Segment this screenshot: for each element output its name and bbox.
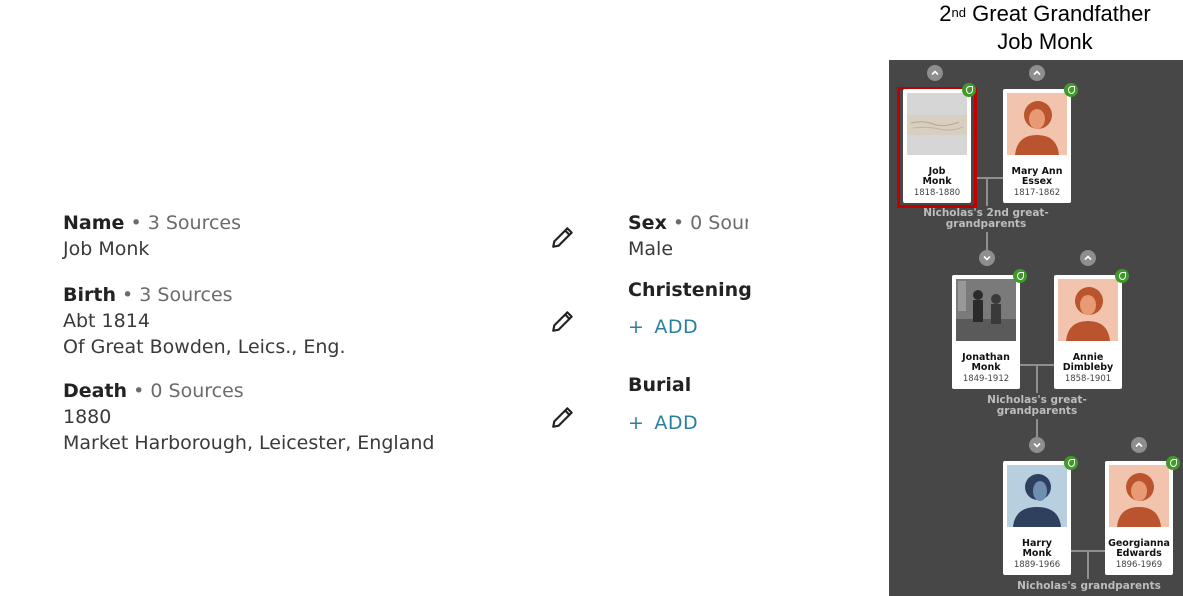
expand-up-chevron-icon[interactable] bbox=[1029, 65, 1045, 81]
person-last-name: Monk bbox=[1022, 548, 1052, 559]
fact-sources[interactable]: 3 Sources bbox=[139, 284, 232, 306]
fact-sources[interactable]: 3 Sources bbox=[148, 212, 241, 234]
plus-icon: + bbox=[628, 316, 645, 338]
fact-label: Sex bbox=[628, 212, 667, 234]
descent-line bbox=[986, 178, 988, 206]
person-card-job-monk[interactable]: Job Monk 1818-1880 bbox=[903, 89, 971, 203]
relationship-title: 2nd Great Grandfather bbox=[939, 1, 1151, 26]
person-last-name: Monk bbox=[971, 362, 1001, 373]
edit-name-pencil-icon[interactable] bbox=[550, 224, 576, 250]
person-years: 1889-1966 bbox=[1013, 560, 1061, 570]
person-years: 1896-1969 bbox=[1115, 560, 1163, 570]
family-photo bbox=[956, 279, 1016, 341]
fact-place: Market Harborough, Leicester, England bbox=[63, 432, 435, 454]
female-avatar-icon bbox=[1109, 465, 1169, 527]
fact-place: Of Great Bowden, Leics., Eng. bbox=[63, 336, 346, 358]
plus-icon: + bbox=[628, 412, 645, 434]
male-avatar-icon bbox=[1007, 465, 1067, 527]
fact-date: 1880 bbox=[63, 406, 112, 428]
female-avatar-icon bbox=[1007, 93, 1067, 155]
person-years: 1817-1862 bbox=[1013, 188, 1061, 198]
fact-sources[interactable]: 0 Sources bbox=[150, 380, 243, 402]
person-card-jonathan-monk[interactable]: Jonathan Monk 1849-1912 bbox=[952, 275, 1020, 389]
descent-line bbox=[986, 232, 988, 250]
expand-up-chevron-icon[interactable] bbox=[1080, 250, 1096, 266]
fact-date: Abt 1814 bbox=[63, 310, 150, 332]
relationship-person-name: Job Monk bbox=[997, 29, 1093, 54]
fact-death: Death • 0 Sources 1880 Market Harborough… bbox=[63, 380, 435, 454]
descent-line bbox=[1036, 419, 1038, 437]
hint-leaf-icon[interactable] bbox=[1166, 456, 1180, 470]
relationship-header: 2nd Great Grandfather Job Monk bbox=[900, 0, 1183, 56]
fact-sources[interactable]: 0 Sourc bbox=[690, 212, 748, 234]
fact-name: Name • 3 Sources Job Monk bbox=[63, 212, 242, 260]
fact-label: Death bbox=[63, 380, 128, 402]
christening-heading: Christening bbox=[628, 279, 752, 301]
person-years: 1849-1912 bbox=[962, 374, 1010, 384]
generation-caption: Nicholas's great-grandparents bbox=[987, 394, 1087, 417]
descent-line bbox=[1087, 551, 1089, 579]
collapse-down-chevron-icon[interactable] bbox=[979, 250, 995, 266]
person-last-name: Essex bbox=[1021, 176, 1053, 187]
fact-birth: Birth • 3 Sources Abt 1814 Of Great Bowd… bbox=[63, 284, 346, 358]
expand-up-chevron-icon[interactable] bbox=[1131, 437, 1147, 453]
fact-value: Male bbox=[628, 238, 674, 260]
person-last-name: Monk bbox=[922, 176, 952, 187]
add-burial-button[interactable]: + ADD bbox=[628, 412, 698, 434]
person-card-mary-ann-essex[interactable]: Mary Ann Essex 1817-1862 bbox=[1003, 89, 1071, 203]
couple-connector bbox=[977, 177, 1003, 179]
person-card-annie-dimbleby[interactable]: Annie Dimbleby 1858-1901 bbox=[1054, 275, 1122, 389]
hint-leaf-icon[interactable] bbox=[1064, 456, 1078, 470]
hint-leaf-icon[interactable] bbox=[1013, 269, 1027, 283]
fact-label: Birth bbox=[63, 284, 116, 306]
family-tree-panel[interactable]: Job Monk 1818-1880 Mary Ann Essex 1817-1… bbox=[889, 60, 1183, 596]
generation-caption: Nicholas's 2nd great-grandparents bbox=[923, 207, 1049, 230]
add-christening-button[interactable]: + ADD bbox=[628, 316, 698, 338]
person-years: 1858-1901 bbox=[1064, 374, 1112, 384]
person-last-name: Edwards bbox=[1116, 548, 1162, 559]
person-card-harry-monk[interactable]: Harry Monk 1889-1966 bbox=[1003, 461, 1071, 575]
person-years: 1818-1880 bbox=[913, 188, 961, 198]
fact-value: Job Monk bbox=[63, 238, 150, 260]
fact-sex: Sex • 0 Sourc Male bbox=[628, 210, 748, 262]
burial-heading: Burial bbox=[628, 374, 692, 396]
hint-leaf-icon[interactable] bbox=[962, 83, 976, 97]
female-avatar-icon bbox=[1058, 279, 1118, 341]
fact-label: Name bbox=[63, 212, 125, 234]
generation-caption: Nicholas's grandparents bbox=[1017, 580, 1161, 592]
edit-death-pencil-icon[interactable] bbox=[550, 404, 576, 430]
edit-birth-pencil-icon[interactable] bbox=[550, 308, 576, 334]
collapse-down-chevron-icon[interactable] bbox=[1029, 437, 1045, 453]
expand-up-chevron-icon[interactable] bbox=[927, 65, 943, 81]
hint-leaf-icon[interactable] bbox=[1115, 269, 1129, 283]
hint-leaf-icon[interactable] bbox=[1064, 83, 1078, 97]
person-last-name: Dimbleby bbox=[1062, 362, 1114, 373]
document-photo bbox=[907, 93, 967, 155]
descent-line bbox=[1036, 365, 1038, 393]
person-card-georgianna-edwards[interactable]: Georgianna Edwards 1896-1969 bbox=[1105, 461, 1173, 575]
